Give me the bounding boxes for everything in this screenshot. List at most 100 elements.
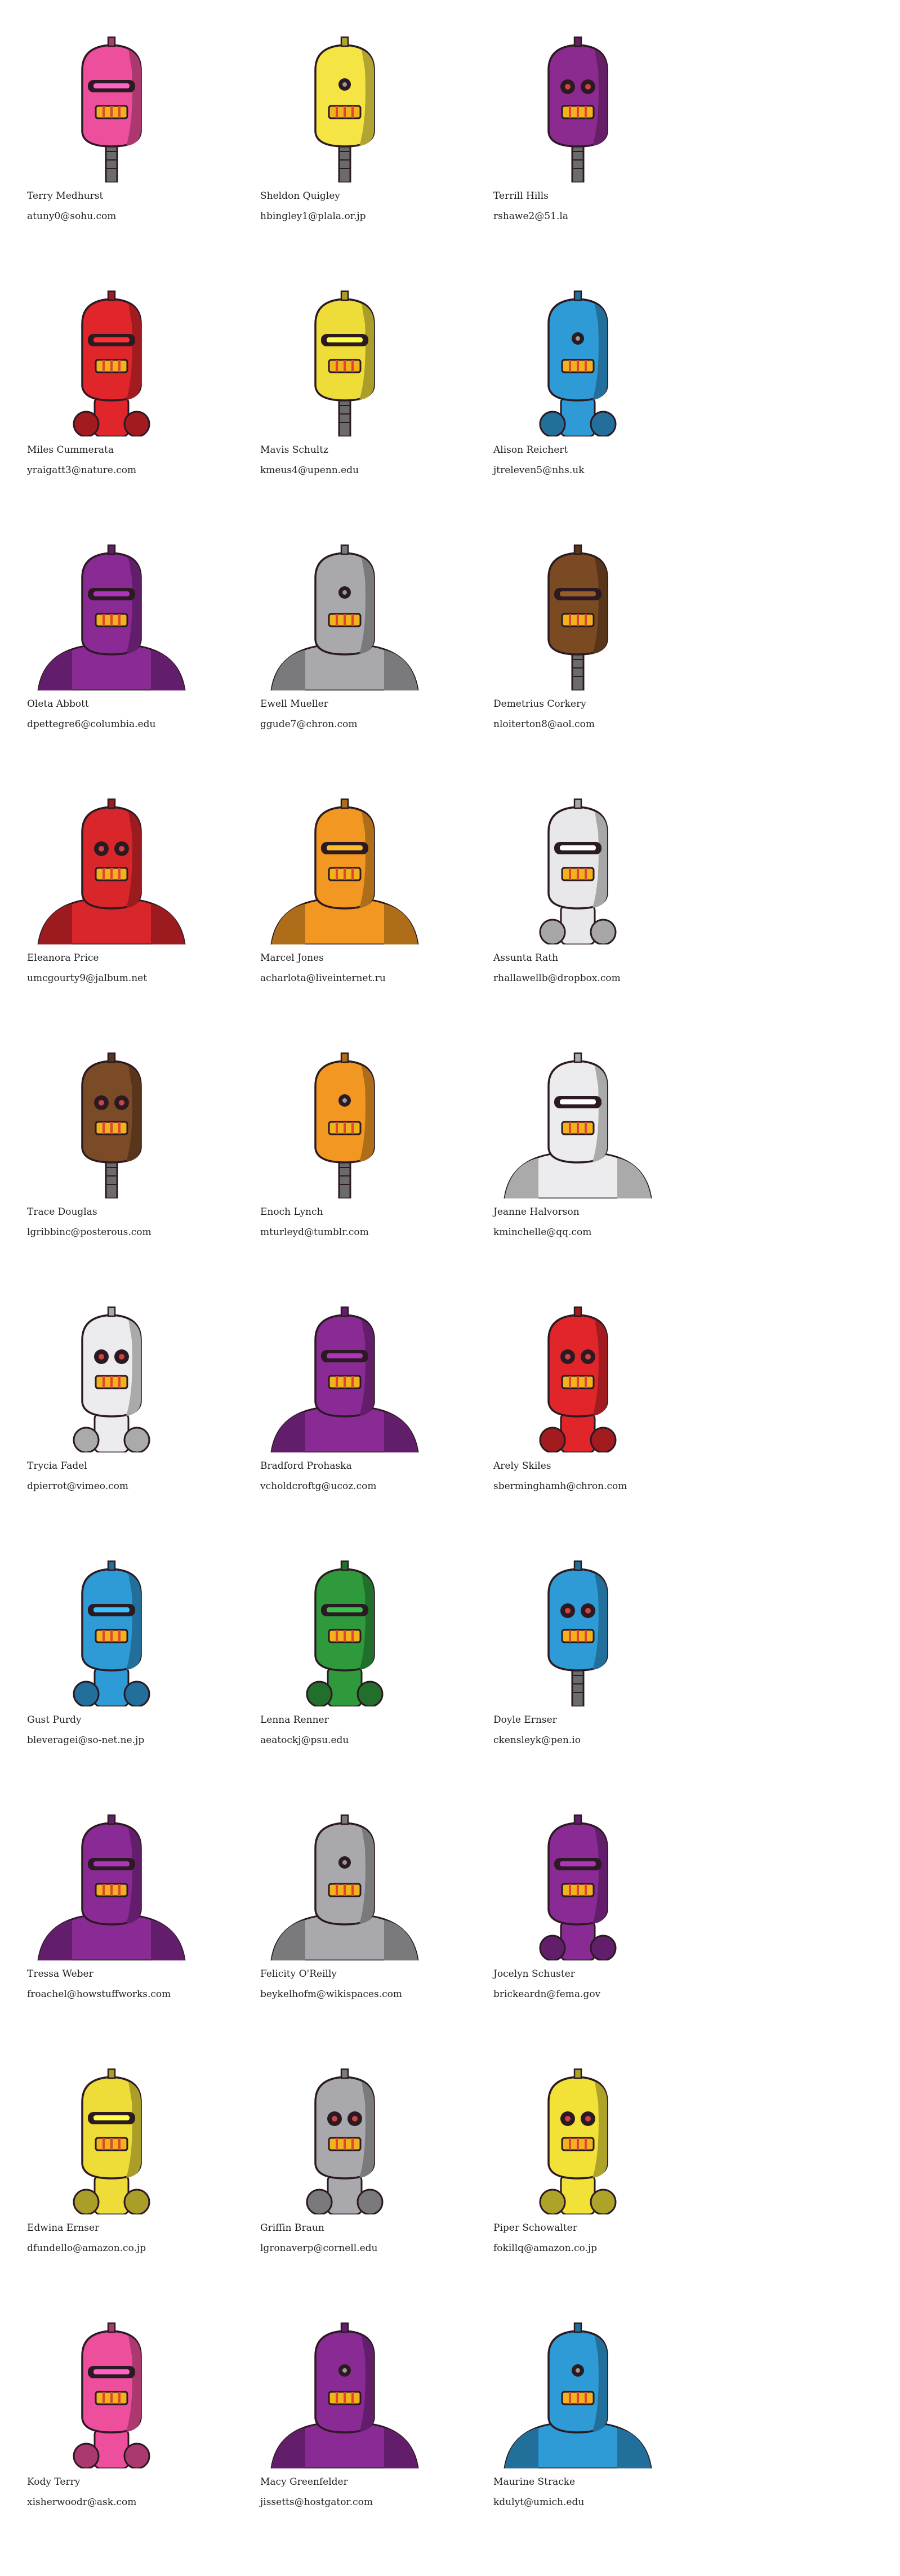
- robot-avatar-icon: [260, 1052, 429, 1198]
- robot-avatar-icon: [27, 798, 196, 944]
- user-name: Arely Skiles: [493, 1460, 551, 1472]
- robot-avatar-icon: [493, 544, 662, 690]
- robot-avatar-icon: [493, 1306, 662, 1452]
- user-name: Oleta Abbott: [27, 698, 89, 710]
- user-name: Alison Reichert: [493, 444, 568, 456]
- user-email: dfundello@amazon.co.jp: [27, 2243, 146, 2254]
- robot-avatar-icon: [260, 2322, 429, 2468]
- user-email: ckensleyk@pen.io: [493, 1735, 581, 1746]
- robot-avatar-icon: [260, 544, 429, 690]
- user-name: Kody Terry: [27, 2476, 81, 2488]
- user-card: Marcel Jones acharlota@liveinternet.ru: [260, 798, 485, 1052]
- user-card: Trace Douglas lgribbinc@posterous.com: [27, 1052, 252, 1306]
- user-card: Macy Greenfelder jissetts@hostgator.com: [260, 2322, 485, 2576]
- user-name: Trycia Fadel: [27, 1460, 87, 1472]
- user-card: Jocelyn Schuster brickeardn@fema.gov: [493, 1814, 719, 2068]
- user-card: Gust Purdy bleveragei@so-net.ne.jp: [27, 1560, 252, 1814]
- user-name: Piper Schowalter: [493, 2222, 577, 2234]
- robot-avatar-icon: [493, 2068, 662, 2214]
- user-card-grid: Terry Medhurst atuny0@sohu.com Sheldon Q…: [27, 36, 731, 2576]
- user-email: bleveragei@so-net.ne.jp: [27, 1735, 145, 1746]
- robot-avatar-icon: [260, 798, 429, 944]
- user-card: Assunta Rath rhallawellb@dropbox.com: [493, 798, 719, 1052]
- user-card: Bradford Prohaska vcholdcroftg@ucoz.com: [260, 1306, 485, 1560]
- user-name: Trace Douglas: [27, 1206, 97, 1218]
- user-name: Edwina Ernser: [27, 2222, 100, 2234]
- robot-avatar-icon: [493, 290, 662, 436]
- user-name: Doyle Ernser: [493, 1714, 557, 1726]
- robot-avatar-icon: [260, 2068, 429, 2214]
- user-card: Demetrius Corkery nloiterton8@aol.com: [493, 544, 719, 798]
- user-card: Tressa Weber froachel@howstuffworks.com: [27, 1814, 252, 2068]
- user-card: Oleta Abbott dpettegre6@columbia.edu: [27, 544, 252, 798]
- user-name: Demetrius Corkery: [493, 698, 586, 710]
- user-email: dpettegre6@columbia.edu: [27, 719, 156, 730]
- user-name: Maurine Stracke: [493, 2476, 576, 2488]
- user-card: Lenna Renner aeatockj@psu.edu: [260, 1560, 485, 1814]
- user-name: Eleanora Price: [27, 952, 99, 964]
- robot-avatar-icon: [27, 1560, 196, 1706]
- user-card: Enoch Lynch mturleyd@tumblr.com: [260, 1052, 485, 1306]
- user-name: Tressa Weber: [27, 1968, 93, 1980]
- robot-avatar-icon: [27, 36, 196, 182]
- user-card: Terry Medhurst atuny0@sohu.com: [27, 36, 252, 290]
- user-email: beykelhofm@wikispaces.com: [260, 1989, 402, 2000]
- user-email: atuny0@sohu.com: [27, 211, 117, 222]
- robot-avatar-icon: [493, 1052, 662, 1198]
- user-card: Terrill Hills rshawe2@51.la: [493, 36, 719, 290]
- robot-avatar-icon: [493, 798, 662, 944]
- user-card: Edwina Ernser dfundello@amazon.co.jp: [27, 2068, 252, 2322]
- robot-avatar-icon: [27, 1052, 196, 1198]
- user-email: xisherwoodr@ask.com: [27, 2497, 137, 2508]
- user-name: Sheldon Quigley: [260, 190, 340, 202]
- user-email: kmeus4@upenn.edu: [260, 465, 359, 476]
- robot-avatar-icon: [260, 290, 429, 436]
- user-name: Marcel Jones: [260, 952, 324, 964]
- user-email: hbingley1@plala.or.jp: [260, 211, 366, 222]
- user-email: nloiterton8@aol.com: [493, 719, 595, 730]
- user-email: mturleyd@tumblr.com: [260, 1227, 369, 1238]
- user-card: Piper Schowalter fokillq@amazon.co.jp: [493, 2068, 719, 2322]
- user-email: kdulyt@umich.edu: [493, 2497, 585, 2508]
- user-email: fokillq@amazon.co.jp: [493, 2243, 597, 2254]
- robot-avatar-icon: [27, 290, 196, 436]
- user-name: Assunta Rath: [493, 952, 559, 964]
- user-email: kminchelle@qq.com: [493, 1227, 592, 1238]
- user-name: Jeanne Halvorson: [493, 1206, 580, 1218]
- robot-avatar-icon: [27, 2322, 196, 2468]
- user-card: Maurine Stracke kdulyt@umich.edu: [493, 2322, 719, 2576]
- robot-avatar-icon: [260, 1560, 429, 1706]
- user-name: Ewell Mueller: [260, 698, 328, 710]
- robot-avatar-icon: [27, 544, 196, 690]
- robot-avatar-icon: [260, 1814, 429, 1960]
- user-email: sberminghamh@chron.com: [493, 1481, 627, 1492]
- robot-avatar-icon: [27, 1306, 196, 1452]
- user-card: Eleanora Price umcgourty9@jalbum.net: [27, 798, 252, 1052]
- robot-avatar-icon: [260, 36, 429, 182]
- user-name: Griffin Braun: [260, 2222, 324, 2234]
- user-name: Macy Greenfelder: [260, 2476, 348, 2488]
- robot-avatar-icon: [493, 1814, 662, 1960]
- user-card: Kody Terry xisherwoodr@ask.com: [27, 2322, 252, 2576]
- user-email: froachel@howstuffworks.com: [27, 1989, 171, 2000]
- user-email: umcgourty9@jalbum.net: [27, 973, 148, 984]
- user-email: ggude7@chron.com: [260, 719, 358, 730]
- user-name: Bradford Prohaska: [260, 1460, 352, 1472]
- robot-avatar-icon: [260, 1306, 429, 1452]
- user-name: Mavis Schultz: [260, 444, 329, 456]
- user-card: Miles Cummerata yraigatt3@nature.com: [27, 290, 252, 544]
- user-name: Miles Cummerata: [27, 444, 114, 456]
- user-card: Jeanne Halvorson kminchelle@qq.com: [493, 1052, 719, 1306]
- user-name: Terry Medhurst: [27, 190, 104, 202]
- user-card: Sheldon Quigley hbingley1@plala.or.jp: [260, 36, 485, 290]
- user-email: rhallawellb@dropbox.com: [493, 973, 621, 984]
- user-email: lgribbinc@posterous.com: [27, 1227, 152, 1238]
- user-email: dpierrot@vimeo.com: [27, 1481, 129, 1492]
- user-name: Lenna Renner: [260, 1714, 329, 1726]
- user-name: Gust Purdy: [27, 1714, 82, 1726]
- user-email: lgronaverp@cornell.edu: [260, 2243, 378, 2254]
- user-email: jtreleven5@nhs.uk: [493, 465, 585, 476]
- user-name: Terrill Hills: [493, 190, 549, 202]
- robot-avatar-icon: [493, 36, 662, 182]
- user-email: jissetts@hostgator.com: [260, 2497, 373, 2508]
